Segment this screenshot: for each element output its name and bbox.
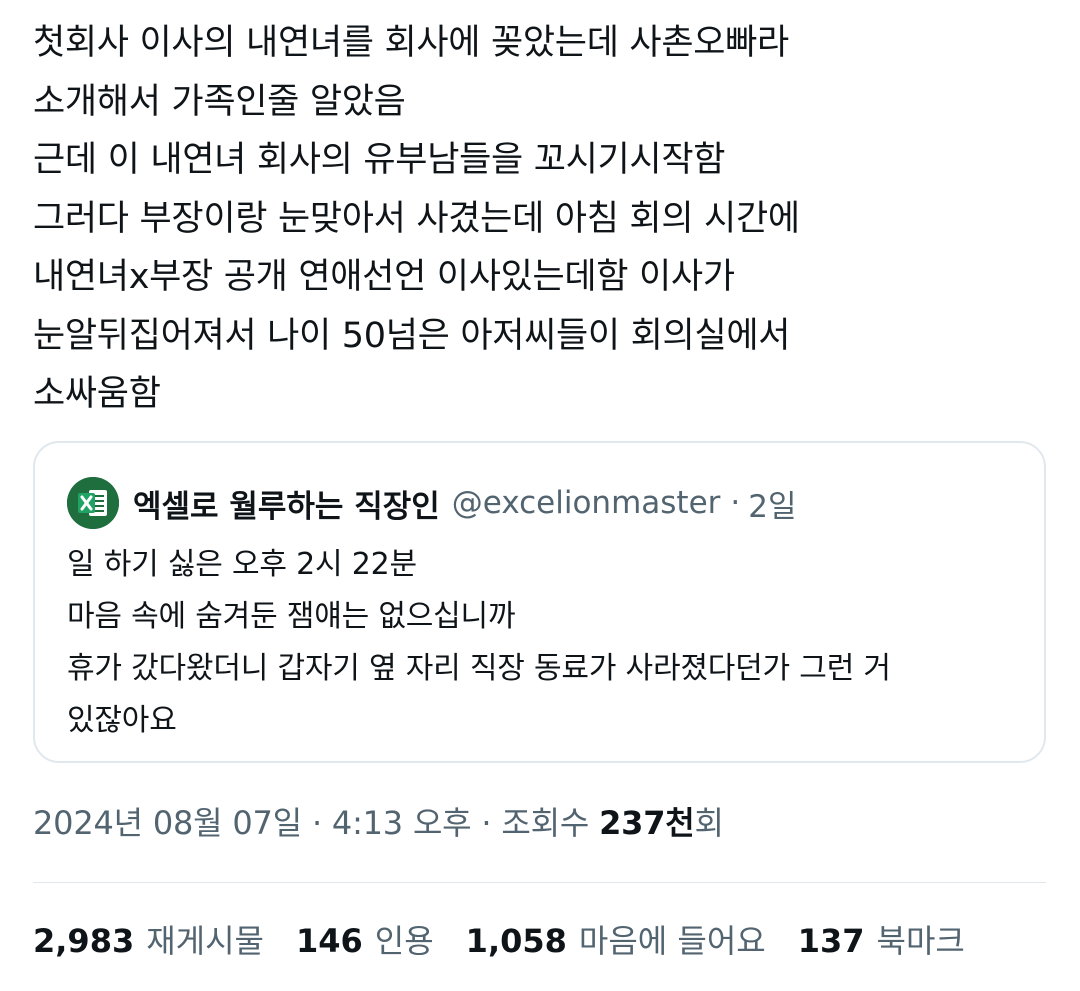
likes-stat[interactable]: 1,058 마음에 들어요	[466, 916, 766, 962]
views-label: 조회수	[501, 804, 590, 842]
tweet-time[interactable]: 4:13 오후	[332, 804, 472, 842]
tweet-text-line: 내연녀x부장 공개 연애선언 이사있는데함 이사가	[33, 257, 735, 297]
quoted-text-line: 마음 속에 숨겨둔 잼얘는 없으십니까	[67, 599, 516, 634]
reposts-label: 재게시물	[146, 922, 264, 960]
reposts-count: 2,983	[33, 922, 135, 960]
quoted-author-handle[interactable]: @excelionmaster	[452, 485, 721, 521]
quoted-tweet-header: 엑셀로 월루하는 직장인 @excelionmaster · 2일	[67, 477, 797, 529]
tweet-text-line: 소싸움함	[33, 374, 161, 414]
reposts-stat[interactable]: 2,983 재게시물	[33, 916, 264, 962]
bookmarks-label: 북마크	[876, 922, 965, 960]
divider	[33, 882, 1046, 883]
quotes-label: 인용	[374, 922, 434, 960]
avatar[interactable]	[67, 477, 119, 529]
tweet-text-line: 근데 이 내연녀 회사의 유부남들을 꼬시기시작함	[33, 140, 726, 180]
bookmarks-stat[interactable]: 137 북마크	[798, 916, 965, 962]
quoted-text-line: 있잖아요	[67, 703, 177, 738]
views-suffix: 회	[694, 804, 724, 842]
tweet-text-line: 그러다 부장이랑 눈맞아서 사겼는데 아침 회의 시간에	[33, 198, 800, 239]
quoted-author-name[interactable]: 엑셀로 월루하는 직장인	[133, 481, 440, 526]
separator-dot: ·	[730, 485, 741, 521]
bookmarks-count: 137	[797, 922, 865, 960]
quoted-tweet-card[interactable]: 엑셀로 월루하는 직장인 @excelionmaster · 2일 일 하기 싫…	[33, 441, 1046, 763]
tweet-text-line: 소개해서 가족인줄 알았음	[33, 81, 406, 122]
tweet-meta: 2024년 08월 07일 · 4:13 오후 · 조회수 237천회	[33, 798, 724, 844]
separator-dot: ·	[311, 804, 322, 842]
views-count[interactable]: 237천	[599, 804, 695, 842]
quoted-text-line: 휴가 갔다왔더니 갑자기 옆 자리 직장 동료가 사라졌다던가 그런 거	[67, 651, 891, 686]
tweet-text-line: 눈알뒤집어져서 나이 50넘은 아저씨들이 회의실에서	[33, 315, 791, 356]
separator-dot: ·	[481, 804, 492, 842]
quotes-stat[interactable]: 146 인용	[296, 916, 434, 962]
quoted-text-line: 일 하기 싫은 오후 2시 22분	[67, 547, 417, 582]
likes-label: 마음에 들어요	[578, 922, 766, 960]
excel-icon	[67, 477, 119, 529]
quoted-tweet-text: 일 하기 싫은 오후 2시 22분 마음 속에 숨겨둔 잼얘는 없으십니까 휴가…	[67, 539, 1017, 747]
tweet-date[interactable]: 2024년 08월 07일	[33, 804, 302, 842]
engagement-stats: 2,983 재게시물 146 인용 1,058 마음에 들어요 137 북마크	[33, 916, 997, 962]
tweet-text-line: 첫회사 이사의 내연녀를 회사에 꽂았는데 사촌오빠라	[33, 23, 789, 63]
tweet-text: 첫회사 이사의 내연녀를 회사에 꽂았는데 사촌오빠라 소개해서 가족인줄 알았…	[33, 14, 1043, 424]
quoted-tweet-time[interactable]: 2일	[748, 481, 796, 526]
likes-count: 1,058	[465, 922, 567, 960]
quotes-count: 146	[295, 922, 363, 960]
